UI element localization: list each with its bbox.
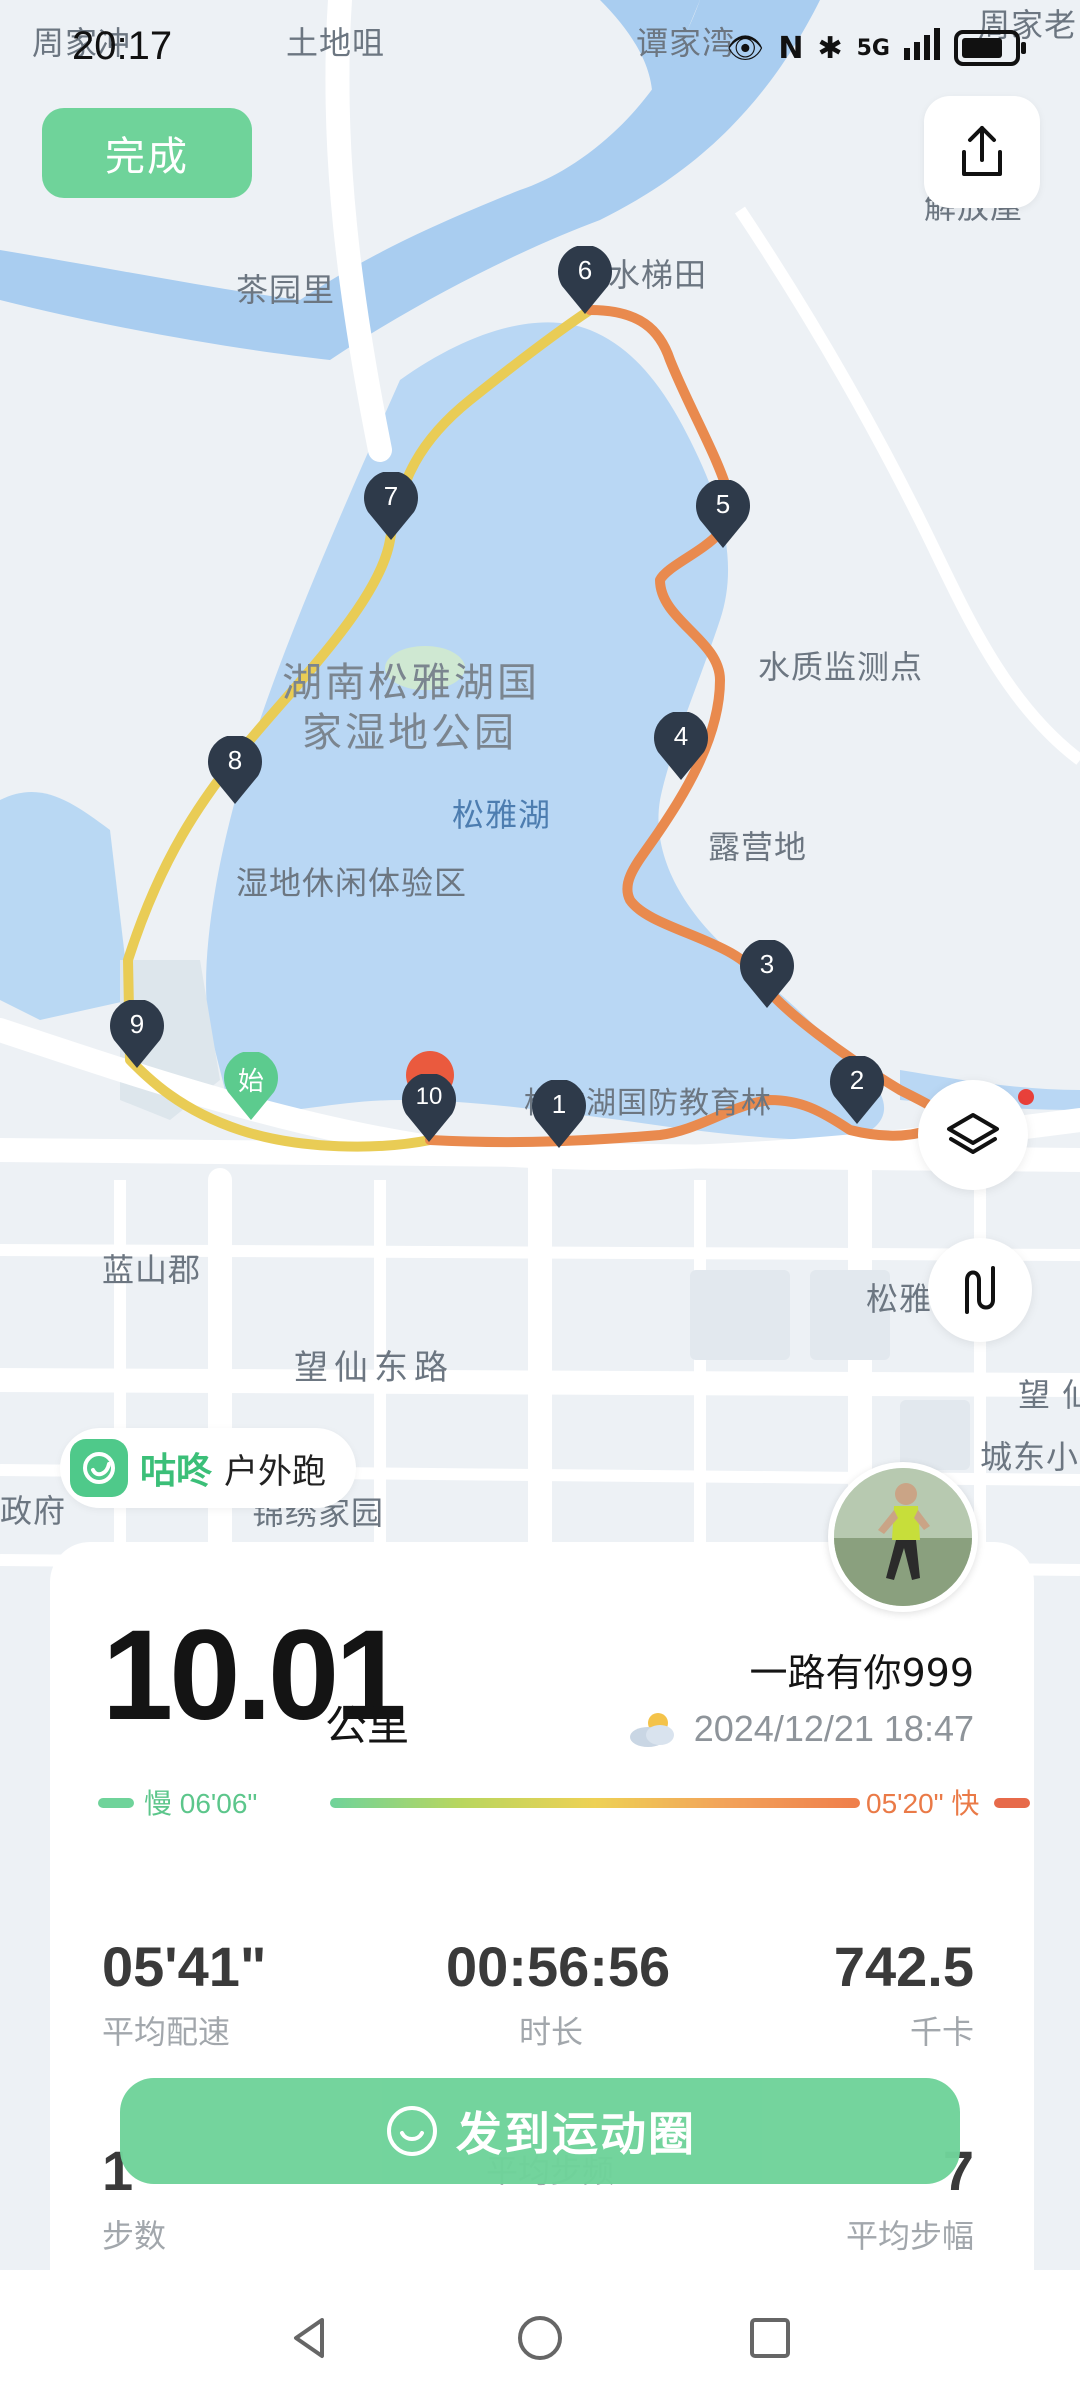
bluetooth-icon: ✱ bbox=[817, 30, 843, 66]
avatar[interactable] bbox=[828, 1462, 978, 1612]
km-marker-2[interactable]: 2 bbox=[828, 1056, 886, 1126]
map-label: 城东小 bbox=[980, 1438, 1080, 1476]
map-label: 松雅湖 bbox=[452, 796, 552, 834]
stat-label: 千卡 bbox=[909, 2013, 974, 2051]
map-label: 茶园里 bbox=[236, 271, 336, 309]
map-label: 蓝山郡 bbox=[102, 1251, 202, 1289]
stat-duration: 00:56:56 时长 bbox=[446, 1934, 671, 2053]
username: 一路有你999 bbox=[749, 1651, 974, 1695]
fast-pace-swatch bbox=[994, 1798, 1030, 1808]
km-marker-8[interactable]: 8 bbox=[206, 736, 264, 806]
status-time: 20:17 bbox=[72, 24, 173, 68]
map-label: 水质监测点 bbox=[758, 648, 924, 686]
slow-pace-swatch bbox=[98, 1798, 134, 1808]
map-label: 湿地休闲体验区 bbox=[236, 864, 468, 902]
nav-back-button[interactable] bbox=[280, 2308, 340, 2368]
nfc-icon: N bbox=[778, 30, 804, 66]
back-triangle-icon bbox=[294, 2318, 324, 2358]
pace-legend: 慢 06'06" 05'20" 快 bbox=[98, 1780, 1030, 1824]
stat-value: 742.5 bbox=[833, 1935, 974, 1998]
status-bar: 20:17 👁 N ✱ 5G bbox=[0, 20, 1080, 80]
status-icons: 👁 N ✱ 5G bbox=[726, 28, 1026, 68]
battery-icon bbox=[954, 30, 1026, 66]
app-name: 咕咚 bbox=[140, 1451, 213, 1492]
post-to-moments-button[interactable]: 发到运动圈 bbox=[120, 2078, 960, 2184]
stat-label: 平均步幅 bbox=[845, 2217, 974, 2255]
stat-avg-pace: 05'41" 平均配速 bbox=[102, 1934, 266, 2053]
slow-pace-label: 慢 06'06" bbox=[144, 1788, 258, 1819]
partly-cloudy-icon bbox=[629, 1713, 674, 1747]
km-marker-6[interactable]: 6 bbox=[556, 246, 614, 316]
home-circle-icon bbox=[518, 2316, 562, 2360]
eye-icon: 👁 bbox=[726, 30, 765, 66]
stat-label: 时长 bbox=[518, 2013, 583, 2051]
runner-photo-icon bbox=[834, 1468, 972, 1606]
activity-datetime-row: 2024/12/21 18:47 bbox=[626, 1708, 974, 1750]
map-label: 望 仙 bbox=[1018, 1376, 1080, 1414]
codoon-logo-icon bbox=[70, 1439, 128, 1497]
map-label: 松雅 bbox=[866, 1280, 933, 1318]
km-marker-1[interactable]: 1 bbox=[530, 1080, 588, 1150]
km-marker-10[interactable]: 10 bbox=[400, 1074, 458, 1144]
done-button[interactable]: 完成 bbox=[42, 108, 252, 198]
stat-label: 步数 bbox=[102, 2217, 167, 2255]
nav-home-button[interactable] bbox=[510, 2308, 570, 2368]
pace-gradient-bar bbox=[330, 1798, 860, 1808]
layers-icon bbox=[947, 1113, 999, 1154]
map-label: 水梯田 bbox=[608, 256, 708, 294]
app-badge: 咕咚 户外跑 bbox=[60, 1428, 357, 1508]
route-path-icon bbox=[965, 1266, 995, 1314]
post-button-label: 发到运动圈 bbox=[456, 2107, 696, 2161]
recents-square-icon bbox=[750, 2318, 790, 2358]
start-marker[interactable]: 始 bbox=[222, 1052, 280, 1122]
signal-bars-icon bbox=[904, 28, 940, 68]
fast-pace-label: 05'20" 快 bbox=[866, 1788, 980, 1819]
distance-unit: 公里 bbox=[325, 1701, 410, 1750]
nav-recents-button[interactable] bbox=[740, 2308, 800, 2368]
signal-label: 5G bbox=[856, 35, 890, 61]
km-marker-3[interactable]: 3 bbox=[738, 940, 796, 1010]
route-toggle-button[interactable] bbox=[928, 1238, 1032, 1342]
km-marker-9[interactable]: 9 bbox=[108, 1000, 166, 1070]
stat-value: 00:56:56 bbox=[446, 1935, 671, 1998]
km-marker-5[interactable]: 5 bbox=[694, 480, 752, 550]
system-nav-bar bbox=[0, 2270, 1080, 2400]
smile-chat-icon bbox=[387, 2106, 437, 2156]
map-label: 家湿地公园 bbox=[302, 710, 517, 756]
map-label: 政府 bbox=[0, 1492, 67, 1530]
activity-type: 户外跑 bbox=[224, 1451, 327, 1492]
stat-calories: 742.5 千卡 bbox=[834, 1934, 974, 2053]
map-label: 露营地 bbox=[708, 828, 808, 866]
map-layers-button[interactable] bbox=[918, 1080, 1028, 1190]
km-marker-7[interactable]: 7 bbox=[362, 472, 420, 542]
km-marker-4[interactable]: 4 bbox=[652, 712, 710, 782]
activity-datetime: 2024/12/21 18:47 bbox=[693, 1708, 974, 1749]
map-label: 望仙东路 bbox=[294, 1348, 454, 1388]
share-icon bbox=[962, 126, 1002, 176]
stat-label: 平均配速 bbox=[102, 2013, 231, 2051]
share-button[interactable] bbox=[924, 96, 1040, 208]
stat-value: 05'41" bbox=[102, 1935, 267, 1998]
